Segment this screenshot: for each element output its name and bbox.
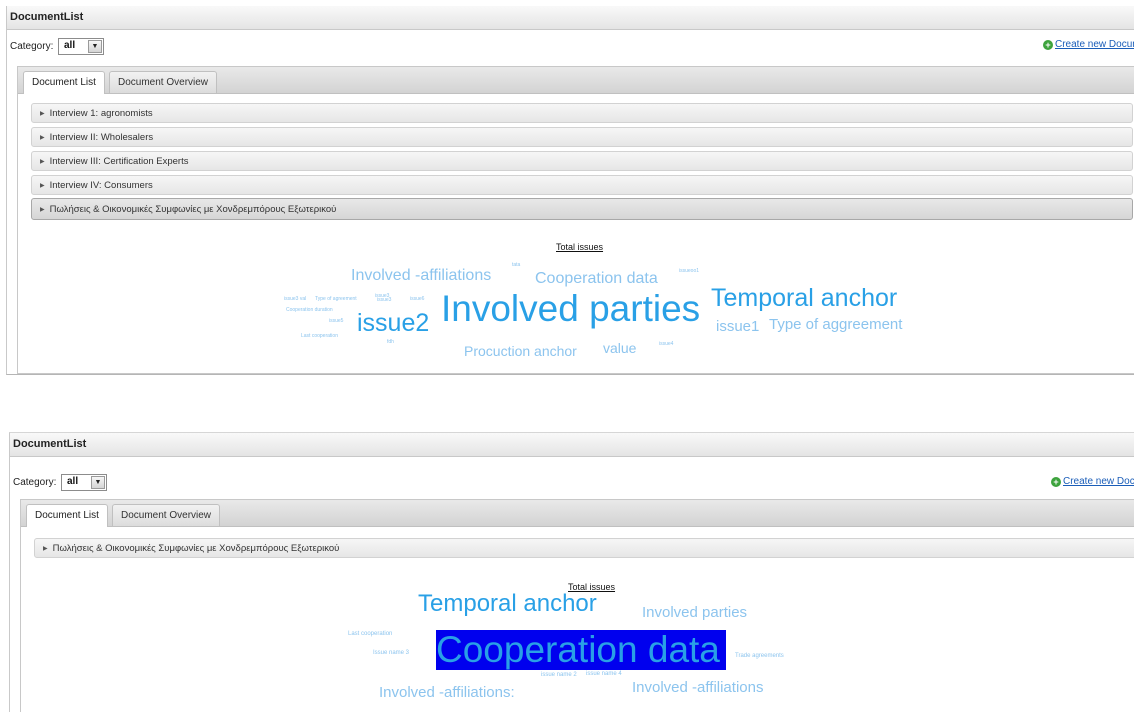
cloud-word-selected[interactable]: Cooperation data [436, 630, 726, 670]
tab-document-list[interactable]: Document List [26, 504, 108, 527]
cloud-word[interactable]: Involved -affiliations [351, 268, 491, 284]
cloud-word[interactable]: value [603, 341, 636, 355]
category-value: all [67, 476, 79, 487]
tab-document-overview[interactable]: Document Overview [112, 504, 221, 526]
create-document-label: Create new Documer [1055, 39, 1134, 50]
accordion-item[interactable]: ▶ Interview IV: Consumers [31, 175, 1133, 195]
create-document-link[interactable]: +Create new Docum [1051, 476, 1134, 487]
tab-container: Document List Document Overview ▶ Πωλήσει… [20, 499, 1134, 712]
cloud-word[interactable]: Procuction anchor [464, 344, 577, 358]
cloud-word[interactable]: issue4 [659, 342, 673, 347]
category-row: Category: all ▼ +Create new Documer [7, 30, 1134, 60]
tab-strip: Document List Document Overview [18, 67, 1134, 94]
cloud-word[interactable]: issue5 [329, 319, 343, 324]
document-list-panel-2: DocumentList Category: all ▼ + Create new… [9, 432, 1134, 712]
category-row: Category: all ▼ +Create new Docum [10, 457, 1134, 491]
cloud-word[interactable]: issue3 val [284, 297, 306, 302]
cloud-word[interactable]: fdh [387, 340, 394, 345]
accordion-label: Interview III: Certification Experts [49, 156, 189, 167]
cloud-word[interactable]: Last cooperation [301, 334, 338, 339]
triangle-right-icon: ▶ [40, 111, 45, 117]
triangle-right-icon: ▶ [40, 135, 45, 141]
cloud-word[interactable]: Temporal anchor [711, 286, 897, 311]
accordion-label: Interview 1: agronomists [49, 108, 153, 119]
create-document-label: Create new Docum [1063, 476, 1134, 487]
accordion-label: Πωλήσεις & Οικονομικές Συμφωνίες με Χονδ… [52, 543, 340, 554]
tab-document-overview[interactable]: Document Overview [109, 71, 218, 93]
accordion-item[interactable]: ▶ Interview III: Certification Experts [31, 151, 1133, 171]
tab-document-list[interactable]: Document List [23, 71, 105, 94]
cloud-word[interactable]: Involved parties [441, 290, 700, 327]
cloud-word[interactable]: issue2 [357, 311, 429, 336]
accordion-item[interactable]: ▶ Πωλήσεις & Οικονομικές Συμφωνίες με Χον… [31, 198, 1133, 220]
triangle-right-icon: ▶ [43, 546, 48, 552]
cloud-word[interactable]: issue1 [716, 319, 759, 334]
accordion-item[interactable]: ▶ Interview II: Wholesalers [31, 127, 1133, 147]
plus-circle-icon: + [1051, 477, 1061, 487]
chevron-down-icon[interactable]: ▼ [88, 40, 102, 53]
cloud-word[interactable]: Involved -affiliations: [379, 685, 515, 700]
accordion-label: Interview IV: Consumers [49, 180, 153, 191]
cloud-word[interactable]: Trade agreements [735, 653, 784, 659]
chevron-down-icon[interactable]: ▼ [91, 476, 105, 489]
category-value: all [64, 40, 76, 51]
triangle-right-icon: ▶ [40, 207, 45, 213]
cloud-word[interactable]: Cooperation data [535, 271, 658, 287]
create-document-link[interactable]: +Create new Documer [1043, 39, 1134, 50]
cloud-word[interactable]: issue name 4 [586, 671, 622, 677]
cloud-word[interactable]: Type of agreement [315, 297, 357, 302]
category-label: Category: [13, 477, 57, 488]
cloud-title: Total issues [556, 242, 604, 252]
cloud-word[interactable]: Cooperation duration [286, 308, 333, 313]
accordion-item[interactable]: ▶ Πωλήσεις & Οικονομικές Συμφωνίες με Χον… [34, 538, 1134, 558]
cloud-word[interactable]: Involved -affiliations [632, 680, 763, 695]
cloud-word[interactable]: issue3 [377, 298, 391, 303]
tab-container: Document List Document Overview ▶ Intervi… [17, 66, 1134, 374]
cloud-word[interactable]: issue6 [410, 297, 424, 302]
cloud-word[interactable]: tata [512, 263, 520, 268]
document-list-panel-1: DocumentList Category: all ▼ + Create new… [6, 6, 1134, 375]
triangle-right-icon: ▶ [40, 159, 45, 165]
accordion-label: Interview II: Wholesalers [49, 132, 154, 143]
tab-strip: Document List Document Overview [21, 500, 1134, 527]
category-select[interactable]: all ▼ [61, 474, 107, 491]
accordion-item[interactable]: ▶ Interview 1: agronomists [31, 103, 1133, 123]
category-label: Category: [10, 41, 54, 52]
cloud-word[interactable]: Issue name 3 [373, 650, 409, 656]
cloud-word[interactable]: Involved parties [642, 605, 747, 620]
cloud-word[interactable]: Last cooperation [348, 631, 392, 637]
accordion-label: Πωλήσεις & Οικονομικές Συμφωνίες με Χονδ… [49, 204, 337, 215]
plus-circle-icon: + [1043, 40, 1053, 50]
panel-title: DocumentList [7, 6, 1134, 30]
cloud-word[interactable]: Type of aggreement [769, 317, 902, 332]
category-select[interactable]: all ▼ [58, 38, 104, 55]
triangle-right-icon: ▶ [40, 183, 45, 189]
cloud-word[interactable]: Temporal anchor [418, 592, 597, 616]
cloud-word[interactable]: issue name 2 [541, 672, 577, 678]
cloud-word[interactable]: issueoo1 [679, 269, 699, 274]
panel-title: DocumentList [10, 433, 1134, 457]
